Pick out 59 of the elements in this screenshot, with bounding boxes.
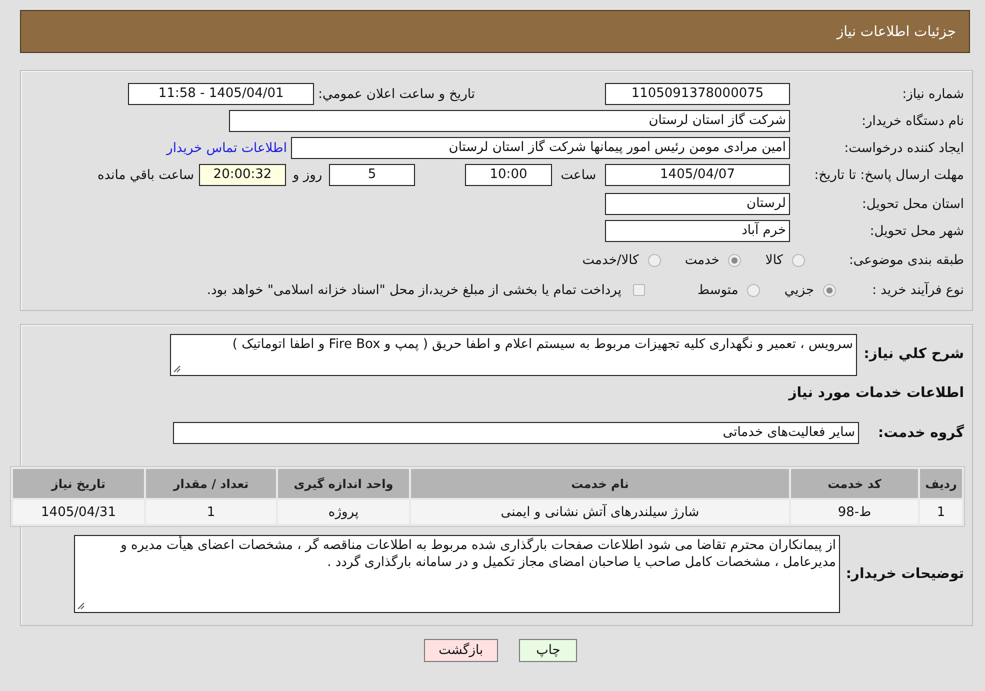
deadline-date-field[interactable]: 1405/04/07	[605, 164, 790, 186]
need-number-field[interactable]: 1105091378000075	[605, 83, 790, 105]
option-label: خدمت	[684, 252, 720, 268]
back-button[interactable]: بازگشت	[424, 639, 498, 662]
table-cell: پروژه	[278, 500, 409, 524]
option-label: کالا	[765, 252, 783, 268]
field-label: توضیحات خریدار:	[844, 566, 964, 582]
section-heading: اطلاعات خدمات مورد نیاز	[787, 384, 964, 402]
resize-grip-icon[interactable]	[77, 602, 85, 610]
header-title: جزئیات اطلاعات نیاز	[836, 24, 956, 40]
field-label: شرح کلي نیاز:	[862, 346, 964, 362]
field-label: استان محل تحویل:	[861, 196, 964, 212]
column-header: ردیف	[920, 469, 962, 498]
province-field[interactable]: لرستان	[605, 193, 790, 215]
field-label: شماره نیاز:	[901, 86, 964, 102]
option-label: متوسط	[697, 282, 738, 298]
column-header: کد خدمت	[791, 469, 918, 498]
table-cell: ط-98	[791, 500, 918, 524]
radio-button[interactable]	[648, 254, 661, 266]
deadline-time-field[interactable]: 10:00	[465, 164, 552, 186]
field-label: گروه خدمت:	[877, 425, 964, 441]
table-cell: 1	[146, 500, 276, 524]
radio-button[interactable]	[747, 284, 760, 296]
checkbox[interactable]	[633, 284, 646, 296]
table-cell: شارژ سیلندرهای آتش نشانی و ایمنی	[411, 500, 789, 524]
option-label: جزيي	[784, 282, 814, 298]
service-group-field[interactable]: سایر فعالیت‌های خدماتی	[173, 422, 859, 444]
field-label: طبقه بندی موضوعی:	[848, 252, 964, 268]
city-field[interactable]: خرم آباد	[605, 220, 790, 242]
announce-date-field[interactable]: 1405/04/01 - 11:58	[128, 83, 314, 105]
option-label: کالا/خدمت	[582, 252, 639, 268]
table-cell: 1	[920, 500, 962, 524]
requester-field[interactable]: امین مرادی مومن رئیس امور پیمانها شرکت گاز استان لرستان	[291, 137, 790, 159]
resize-grip-icon[interactable]	[173, 365, 181, 373]
field-label: تاریخ و ساعت اعلان عمومي:	[318, 86, 475, 102]
buyer-org-field[interactable]: شرکت گاز استان لرستان	[229, 110, 790, 132]
field-label: نام دستگاه خریدار:	[860, 114, 964, 128]
table-cell: 1405/04/31	[13, 500, 144, 524]
field-label: ساعت	[560, 168, 598, 182]
field-label: نوع فرآیند خرید :	[871, 282, 964, 298]
field-label: ایجاد کننده درخواست:	[843, 140, 964, 156]
buyer-contact-link[interactable]: اطلاعات تماس خریدار	[166, 140, 287, 156]
days-field[interactable]: 5	[329, 164, 415, 186]
buyer-notes-field[interactable]: از پیمانکاران محترم تقاضا می شود اطلاعات صفحات بارگذاری شده مربوط به اطلاعات مناقصه گر ، مشخصات اعضای هیأت مدیره و مدیرعامل ، مشخصات کامل صاحب یا صاحبان امضای مجاز تکمیل و در سامانه بارگذاری گردد .	[74, 535, 840, 613]
column-header: تعداد / مقدار	[146, 469, 276, 498]
column-header: تاریخ نیاز	[13, 469, 144, 498]
column-header: واحد اندازه گیری	[278, 469, 409, 498]
field-label: ساعت باقي مانده	[98, 168, 194, 182]
print-button[interactable]: چاپ	[519, 639, 578, 662]
description-field[interactable]: سرویس ، تعمیر و نگهداری کلیه تجهیزات مربوط به سیستم اعلام و اطفا حریق ( پمپ و Fire Box و اطفا اتوماتیک )	[170, 334, 857, 376]
column-header: نام خدمت	[411, 469, 789, 498]
radio-button[interactable]	[728, 254, 742, 266]
radio-button[interactable]	[792, 254, 805, 266]
option-label: پرداخت تمام یا بخشی از مبلغ خرید،از محل "اسناد خزانه اسلامی" خواهد بود.	[206, 282, 622, 298]
field-label: شهر محل تحویل:	[868, 224, 964, 238]
radio-button[interactable]	[823, 284, 836, 296]
remaining-time-field[interactable]: 20:00:32	[199, 164, 286, 186]
field-label: روز و	[291, 168, 324, 182]
field-label: مهلت ارسال پاسخ: تا تاریخ:	[814, 166, 964, 184]
